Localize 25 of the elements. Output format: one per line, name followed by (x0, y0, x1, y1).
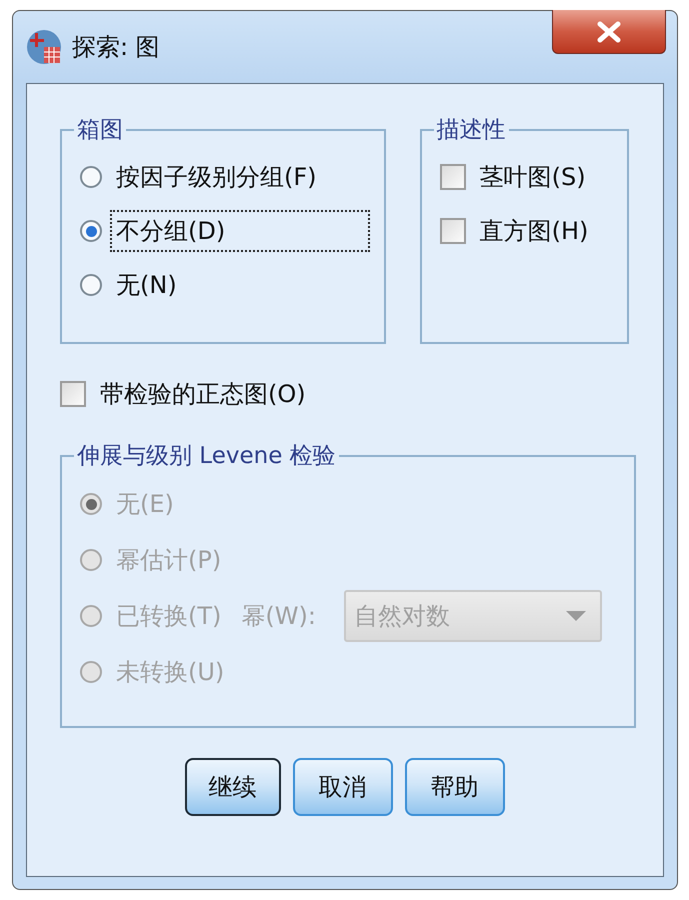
power-label: 幂(W): (240, 601, 317, 632)
close-icon (596, 20, 622, 42)
radio-label[interactable]: 无(N) (110, 264, 183, 306)
checkbox-label[interactable]: 直方图(H) (474, 210, 594, 252)
dialog-button[interactable]: 取消 (292, 758, 392, 816)
radio-label[interactable]: 按因子级别分组(F) (110, 156, 323, 198)
close-button[interactable] (552, 10, 666, 54)
group-title: 描述性 (436, 116, 507, 145)
checkbox[interactable] (440, 218, 466, 244)
checkbox[interactable] (60, 381, 86, 407)
dropdown-value: 自然对数 (354, 601, 450, 632)
checkbox-label[interactable]: 带检验的正态图(O) (94, 373, 312, 415)
checkbox-label[interactable]: 茎叶图(S) (474, 156, 592, 198)
dropdown-arrow-icon (566, 611, 586, 621)
dialog-button[interactable]: 继续 (184, 758, 280, 816)
group-title: 箱图 (76, 116, 124, 145)
radio-button[interactable] (80, 274, 102, 296)
radio-label[interactable]: 不分组(D) (110, 210, 370, 252)
checkbox[interactable] (440, 164, 466, 190)
dialog-button[interactable]: 帮助 (404, 758, 504, 816)
window-title: 探索: 图 (72, 32, 160, 63)
radio-button[interactable] (80, 220, 102, 242)
group-title: 伸展与级别 Levene 检验 (76, 442, 337, 471)
radio-button[interactable] (80, 166, 102, 188)
app-icon (26, 29, 62, 65)
